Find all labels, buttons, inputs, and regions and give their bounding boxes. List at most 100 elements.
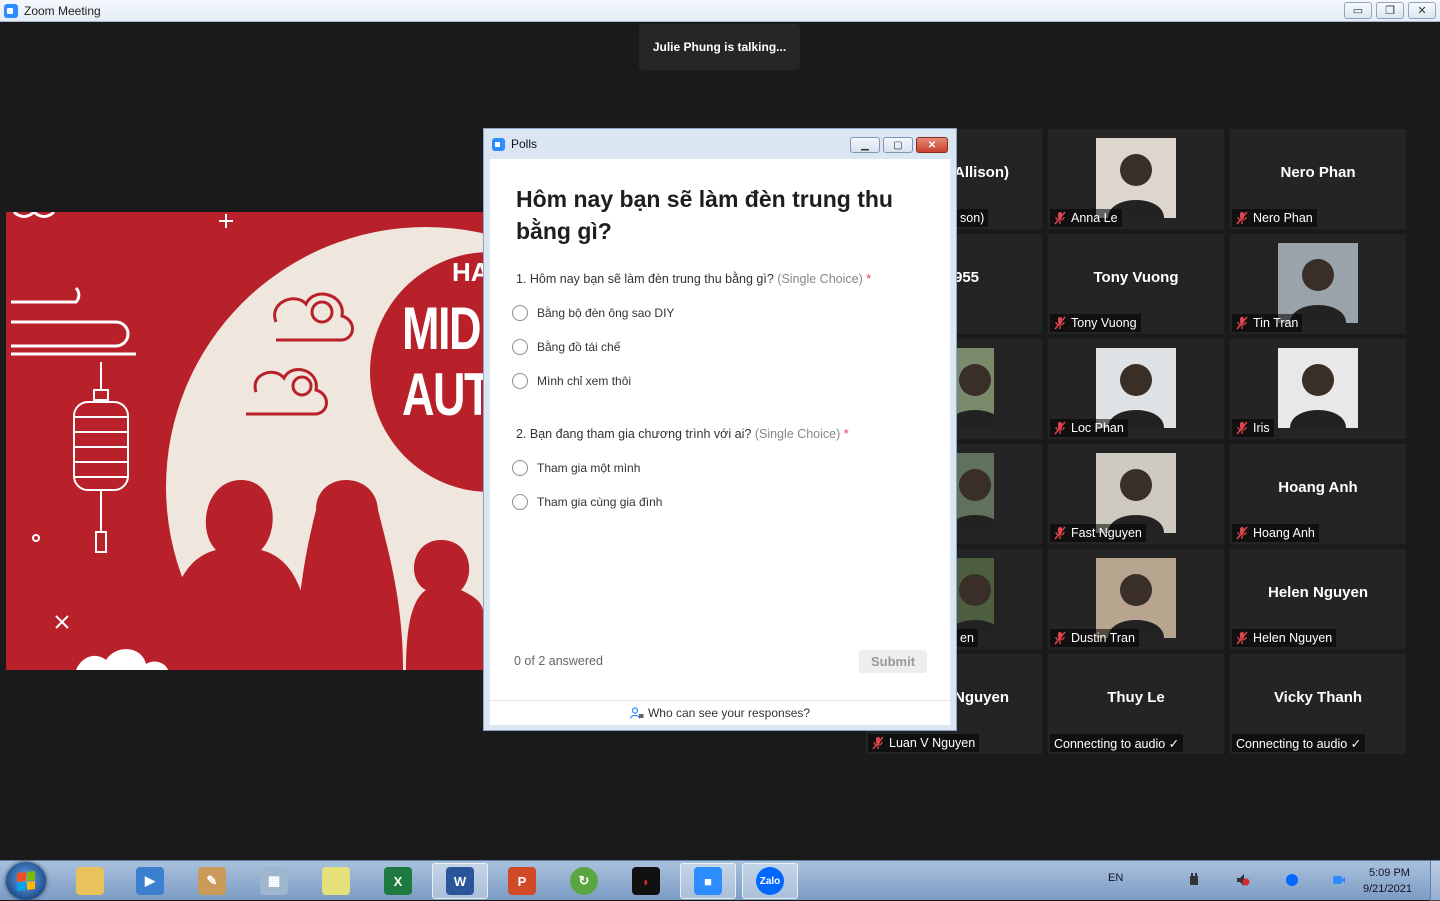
participant-tile[interactable]: Iris [1230,339,1406,439]
taskbar-calculator[interactable]: ▦ [246,863,302,899]
polls-title: Polls [511,137,538,151]
participant-video [947,453,1003,533]
participant-name: Hoang Anh [1253,526,1315,540]
required-marker: * [843,427,849,441]
start-button[interactable] [6,862,46,900]
excel-icon: X [384,867,412,895]
option-label: Tham gia một mình [537,461,641,475]
radio-button[interactable] [512,494,528,510]
taskbar-powerpoint[interactable]: P [494,863,550,899]
participant-tile[interactable]: Fast Nguyen [1048,444,1224,544]
muted-microphone-icon [1054,421,1066,435]
participant-name: Tony Vuong [1071,316,1137,330]
radio-button[interactable] [512,373,528,389]
person-silhouette-icon [1108,154,1164,218]
muted-microphone-icon [1054,211,1066,225]
restore-button[interactable]: ❐ [1376,2,1404,19]
polls-maximize-button[interactable]: ▢ [883,137,913,153]
participant-video [1096,453,1176,533]
calculator-icon: ▦ [260,867,288,895]
participant-name: en [960,631,974,645]
participant-display-name: Thuy Le [1107,689,1165,706]
show-desktop-button[interactable] [1430,861,1440,901]
person-silhouette-icon [1108,364,1164,428]
participant-video [1096,138,1176,218]
participant-video [1096,558,1176,638]
lantern-family-illustration [11,212,483,670]
participant-name-label: Nero Phan [1232,209,1317,227]
taskbar-sticky-notes[interactable] [308,863,364,899]
zoom-polls-icon [492,137,505,151]
question-2-text: 2. Bạn đang tham gia chương trình với ai… [516,427,752,441]
minimize-button[interactable]: ▭ [1344,2,1372,19]
participant-tile[interactable]: Dustin Tran [1048,549,1224,649]
active-speaker-indicator: Julie Phung is talking... [639,24,800,70]
taskbar-zoom[interactable]: ■ [680,863,736,899]
question-1-option-3[interactable]: Mình chỉ xem thôi [512,373,631,389]
radio-button[interactable] [512,305,528,321]
zoom-tray-icon[interactable] [1332,873,1346,887]
participant-name: Anna Le [1071,211,1118,225]
windows-taskbar: ▶ ✎ ▦ X W P ↻ ◗ ■ Zalo EN 5:09 PM 9/21/2… [0,860,1440,901]
participant-display-name: Nero Phan [1280,164,1356,181]
participant-tile[interactable]: Tin Tran [1230,234,1406,334]
polls-minimize-button[interactable]: ▁ [850,137,880,153]
close-button[interactable]: ✕ [1408,2,1436,19]
taskbar-word[interactable]: W [432,863,488,899]
taskbar-garena[interactable]: ◗ [618,863,674,899]
participant-tile[interactable]: Hoang Anh Hoang Anh [1230,444,1406,544]
participant-video [1278,348,1358,428]
participant-tile[interactable]: Tony Vuong Tony Vuong [1048,234,1224,334]
muted-microphone-icon [1054,631,1066,645]
radio-button[interactable] [512,460,528,476]
question-1-option-1[interactable]: Bằng bộ đèn ông sao DIY [512,305,674,321]
participant-tile[interactable]: Helen Nguyen Helen Nguyen [1230,549,1406,649]
person-silhouette-icon [947,574,1003,638]
question-2: 2. Bạn đang tham gia chương trình với ai… [516,427,849,441]
poll-heading: Hôm nay bạn sẽ làm đèn trung thu bằng gì… [516,186,893,244]
clock-date[interactable]: 9/21/2021 [1363,883,1412,895]
option-label: Bằng bộ đèn ông sao DIY [537,306,675,320]
taskbar-explorer[interactable] [62,863,118,899]
window-controls: ▭ ❐ ✕ [1344,2,1436,19]
taskbar-excel[interactable]: X [370,863,426,899]
sticky-notes-icon [322,867,350,895]
question-1-option-2[interactable]: Bằng đồ tái chế [512,339,620,355]
participant-tile[interactable]: Anna Le [1048,129,1224,229]
taskbar-app-green[interactable]: ↻ [556,863,612,899]
submit-button[interactable]: Submit [859,650,927,673]
taskbar-zalo[interactable]: Zalo [742,863,798,899]
person-silhouette-icon [1108,574,1164,638]
question-2-option-1[interactable]: Tham gia một mình [512,460,640,476]
zalo-tray-icon[interactable] [1285,873,1299,887]
participant-display-name: Hoang Anh [1278,479,1358,496]
muted-microphone-icon [1236,421,1248,435]
participant-name-label: son) [956,209,989,227]
muted-microphone-icon [1054,316,1066,330]
question-2-option-2[interactable]: Tham gia cùng gia đình [512,494,662,510]
question-1-type: (Single Choice) [777,272,863,286]
radio-button[interactable] [512,339,528,355]
participant-tile[interactable]: Vicky Thanh Connecting to audio ✓ [1230,654,1406,754]
taskbar-paint[interactable]: ✎ [184,863,240,899]
participant-tile[interactable]: Loc Phan [1048,339,1224,439]
participant-tile[interactable]: Thuy Le Connecting to audio ✓ [1048,654,1224,754]
folder-icon [76,867,104,895]
language-indicator[interactable]: EN [1108,872,1123,884]
participant-name-label: Loc Phan [1050,419,1128,437]
taskbar-media-player[interactable]: ▶ [122,863,178,899]
option-label: Mình chỉ xem thôi [537,374,632,388]
volume-muted-icon[interactable] [1236,873,1250,887]
person-silhouette-icon [947,469,1003,533]
polls-close-button[interactable]: ✕ [916,137,948,153]
clock-time[interactable]: 5:09 PM [1369,867,1410,879]
who-can-see-link[interactable]: Who can see your responses? [490,700,950,725]
participant-name: Iris [1253,421,1270,435]
participant-name: Helen Nguyen [1253,631,1333,645]
participant-name: Fast Nguyen [1071,526,1142,540]
participant-name-label: Tony Vuong [1050,314,1141,332]
media-player-icon: ▶ [136,867,164,895]
power-plug-icon[interactable] [1187,873,1201,887]
polls-window: Polls ▁ ▢ ✕ Hôm nay bạn sẽ làm đèn trung… [483,128,957,731]
participant-tile[interactable]: Nero Phan Nero Phan [1230,129,1406,229]
